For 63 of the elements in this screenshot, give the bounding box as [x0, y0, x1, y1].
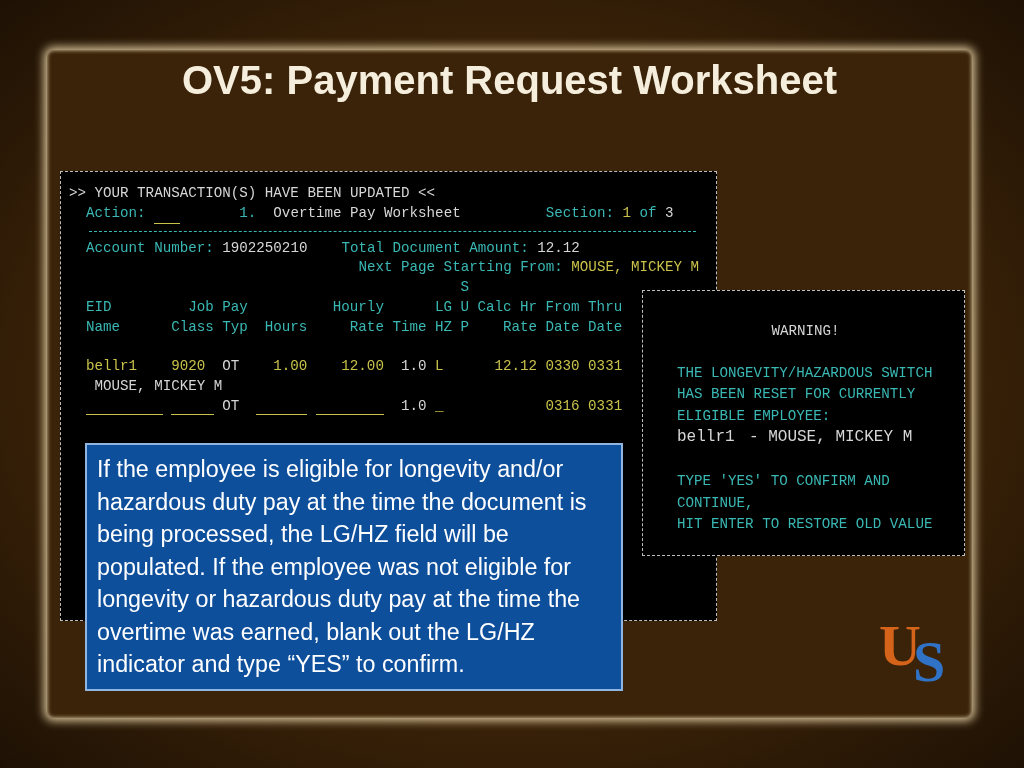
column-header: HZ: [434, 317, 452, 337]
table-cell[interactable]: bellr1: [86, 357, 163, 378]
table-cell-text: OT: [222, 357, 241, 377]
section-label: Section:: [545, 203, 614, 223]
warning-message: ELIGIBLE EMPLOYEE:: [677, 406, 831, 426]
warning-message: THE LONGEVITY/HAZARDOUS SWITCH: [677, 363, 933, 383]
column-header: Date: [545, 317, 580, 337]
table-cell[interactable]: L: [434, 357, 452, 378]
section-number: 1: [622, 203, 631, 223]
section-of: of: [639, 203, 657, 223]
screen-title: Overtime Pay Worksheet: [273, 203, 461, 223]
action-label: Action:: [86, 203, 146, 223]
total-value: 12.12: [537, 238, 580, 258]
table-cell[interactable]: 0331: [588, 396, 623, 417]
table-cell-text: OT: [222, 396, 241, 416]
column-header: Time: [392, 317, 427, 337]
section-total: 3: [665, 203, 674, 223]
table-cell[interactable]: _: [434, 396, 452, 417]
table-cell-text: 1.0: [399, 396, 427, 416]
table-cell[interactable]: 0316: [545, 396, 580, 417]
warning-message: HAS BEEN RESET FOR CURRENTLY: [677, 385, 916, 405]
column-header: Thru: [588, 298, 623, 317]
account-label: Account Number:: [86, 238, 214, 258]
column-header: LG: [434, 298, 452, 317]
callout-note: If the employee is eligible for longevity and/or hazardous duty pay at the time the document is being processed, the LG/HZ field will be populated. If the employee was not eligible for longevity or hazardous duty pay at the time the overtime was earned, blank out the LG/HZ indicator and type “YES” to confirm.: [85, 443, 623, 691]
employee-name: - MOUSE, MICKEY M: [749, 427, 913, 449]
column-header: Hourly: [331, 298, 384, 317]
table-cell[interactable]: 0331: [588, 357, 623, 378]
employee-id: bellr1: [677, 427, 735, 449]
column-header: U: [460, 298, 469, 317]
column-header: P: [460, 317, 469, 337]
column-header: Rate: [348, 317, 384, 337]
warning-instruction: HIT ENTER TO RESTORE OLD VALUE: [677, 515, 933, 535]
column-header: Typ: [222, 317, 248, 337]
column-header: Date: [588, 317, 623, 337]
column-header: Name: [86, 317, 122, 337]
table-cell[interactable]: 12.00: [315, 357, 384, 378]
account-value: 1902250210: [222, 238, 308, 258]
table-cell[interactable]: 9020: [171, 357, 214, 378]
warning-title: WARNING!: [771, 322, 840, 341]
logo: US: [879, 618, 947, 688]
option-number: 1.: [239, 203, 257, 223]
employee-name: MOUSE, MICKEY M: [94, 377, 223, 397]
table-cell[interactable]: 12.12: [477, 357, 538, 378]
warning-instruction: TYPE 'YES' TO CONFIRM AND: [677, 471, 890, 491]
column-header: S: [460, 278, 469, 298]
column-header: From: [545, 298, 580, 317]
column-header: Calc Hr: [477, 298, 538, 317]
status-message: >> YOUR TRANSACTION(S) HAVE BEEN UPDATED <<: [69, 184, 436, 203]
table-cell[interactable]: 1.00: [256, 357, 308, 378]
column-header: Class: [171, 317, 214, 337]
next-page-label: Next Page Starting From:: [358, 258, 563, 278]
column-header: Pay: [222, 298, 248, 317]
table-cell-text: 1.0: [399, 357, 427, 377]
slide-title: OV5: Payment Request Worksheet: [182, 58, 837, 103]
next-page-value: MOUSE, MICKEY M: [571, 258, 700, 278]
total-label: Total Document Amount:: [341, 238, 529, 258]
column-header: Rate: [502, 317, 538, 337]
warning-instruction: CONTINUE,: [677, 493, 754, 513]
column-header: EID: [86, 298, 113, 317]
column-header: Job: [187, 298, 214, 317]
table-cell[interactable]: 0330: [545, 357, 580, 378]
column-header: Hours: [263, 317, 308, 337]
